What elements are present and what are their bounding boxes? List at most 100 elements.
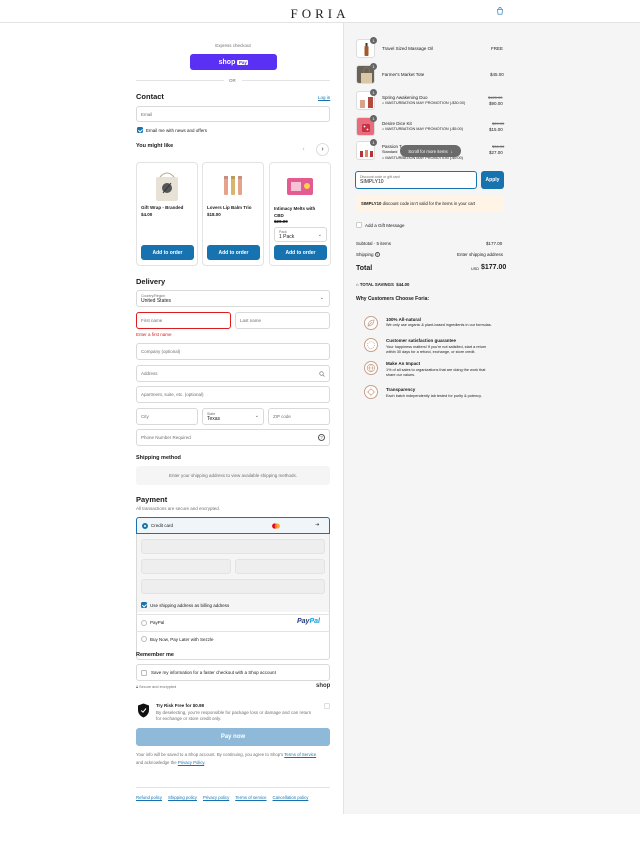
upsell-card: Gift Wrap - Branded $4.00 Add to order (136, 162, 198, 266)
quantity-badge: 1 (370, 63, 377, 70)
scroll-pill-text: Scroll for more items (408, 148, 448, 154)
cart-item-price: $90.00 (489, 101, 503, 106)
shipping-method-notice: Enter your shipping address to view avai… (136, 466, 330, 485)
billing-same-checkbox[interactable] (141, 602, 147, 608)
terms-of-service-link[interactable]: Terms of service (235, 795, 266, 800)
shipping-policy-link[interactable]: Shipping policy (168, 795, 197, 800)
pack-select[interactable]: Pack 1 Pack ⌄ (274, 227, 327, 242)
footer-links: Refund policy Shipping policy Privacy po… (136, 795, 308, 800)
card-expiry-field[interactable] (141, 559, 231, 574)
risk-free-title: Try Risk Free for $0.98 (156, 703, 205, 708)
add-to-order-button[interactable]: Add to order (274, 245, 327, 260)
sezzle-radio[interactable] (141, 636, 147, 642)
shipping-method-title: Shipping method (136, 455, 181, 461)
shop-pay-button[interactable]: shop Pay (190, 54, 277, 70)
email-input[interactable]: Email (136, 106, 330, 122)
paypal-logo: PayPal (297, 618, 320, 625)
last-name-input[interactable]: Last name (235, 312, 330, 329)
upsell-price: $20.00 (274, 219, 288, 224)
last-name-placeholder: Last name (240, 318, 262, 323)
tag-icon: ⌂ (382, 101, 385, 105)
login-link[interactable]: Log in (318, 95, 330, 100)
brand-logo[interactable]: FORIA (0, 6, 640, 22)
card-number-field[interactable] (141, 539, 325, 554)
sezzle-label: Buy Now, Pay Later with Sezzle (150, 637, 214, 642)
privacy-link[interactable]: Privacy Policy (178, 760, 204, 765)
refund-policy-link[interactable]: Refund policy (136, 795, 162, 800)
shopping-bag-icon[interactable] (496, 7, 504, 15)
discount-input[interactable]: Discount code or gift card SIMPLY10 (355, 171, 477, 189)
upsell-card: Lovers Lip Balm Trio $18.00 Add to order (202, 162, 264, 266)
cart-item-name: Spring Awakening Duo (382, 95, 428, 100)
legal-line-1: Your info will be saved to a Shop accoun… (136, 752, 284, 757)
company-placeholder: Company (optional) (141, 349, 181, 354)
add-to-order-button[interactable]: Add to order (141, 245, 194, 260)
paypal-logo-b: Pal (309, 618, 320, 625)
legal-text: Your info will be saved to a Shop accoun… (136, 751, 336, 766)
tag-icon: ⌂ (382, 156, 385, 160)
add-to-order-button[interactable]: Add to order (207, 245, 260, 260)
first-name-placeholder: First name (141, 318, 163, 323)
state-select[interactable]: State Texas ⌄ (202, 408, 264, 425)
city-input[interactable]: City (136, 408, 198, 425)
gift-wrap-image (156, 172, 178, 201)
help-icon[interactable]: ? (374, 252, 380, 257)
payment-title: Payment (136, 495, 168, 504)
news-checkbox[interactable] (137, 127, 143, 133)
intimacy-melts-image (287, 178, 313, 195)
apply-button[interactable]: Apply (481, 171, 504, 189)
shop-pay-label: shop (218, 58, 236, 66)
divider (136, 614, 330, 615)
cart-item-variant: Standard (382, 150, 398, 154)
globe-icon (364, 361, 378, 375)
country-select[interactable]: Country/Region United States ⌄ (136, 290, 330, 307)
company-input[interactable]: Company (optional) (136, 343, 330, 360)
credit-card-radio[interactable] (142, 523, 148, 529)
address-input[interactable]: Address (136, 365, 330, 382)
cart-item-discount: ⌂ MASTURBATION MAY PROMOTION (-$5.00) (382, 127, 463, 131)
divider (136, 631, 330, 632)
credit-card-option[interactable]: Credit card ⇥ (136, 517, 330, 534)
risk-free-desc-1: By deselecting, you're responsible for p… (156, 710, 312, 715)
pack-select-value: 1 Pack (279, 233, 295, 240)
quantity-badge: 1 (370, 139, 377, 146)
apartment-input[interactable]: Apartment, suite, etc. (optional) (136, 386, 330, 403)
card-cvv-field[interactable] (235, 559, 325, 574)
risk-free-checkbox[interactable] (324, 703, 330, 709)
risk-free-desc-2: for exchange or store credit only. (156, 716, 222, 721)
total-savings-text: TOTAL SAVINGS $44.00 (359, 282, 410, 287)
zip-input[interactable]: ZIP code (268, 408, 330, 425)
gift-message-checkbox[interactable] (356, 222, 362, 228)
cart-item-old-price: $120.00 (488, 95, 503, 100)
pay-now-button[interactable]: Pay now (136, 728, 330, 746)
arrow-down-icon: ↓ (450, 148, 453, 154)
paypal-label: PayPal (150, 620, 165, 625)
lock-icon: 🔒︎ (136, 685, 139, 689)
credit-card-label: Credit card (151, 523, 174, 528)
terms-link[interactable]: Terms of Service (284, 752, 316, 757)
leaf-icon (364, 316, 378, 330)
news-label: Email me with news and offers (146, 128, 207, 133)
phone-input[interactable]: Phone Number Required ? (136, 429, 330, 446)
help-icon[interactable]: ? (318, 434, 325, 441)
scroll-more-pill[interactable]: Scroll for more items ↓ (400, 145, 461, 157)
card-name-field[interactable] (141, 579, 325, 594)
paypal-radio[interactable] (141, 620, 147, 626)
carousel-prev-button[interactable]: ‹ (297, 143, 310, 156)
first-name-input[interactable]: First name (136, 312, 231, 329)
cart-item-name: Farmer's Market Tote (382, 72, 425, 77)
product-thumbnail: 1 (356, 37, 377, 58)
privacy-policy-link[interactable]: Privacy policy (203, 795, 229, 800)
remember-checkbox[interactable] (141, 670, 147, 676)
discount-error-code: SIMPLY10 (361, 200, 382, 206)
why-item-desc: share our values. (386, 373, 416, 377)
discount-text: MASTURBATION MAY PROMOTION (-$5.00) (385, 127, 463, 131)
remember-title: Remember me (136, 652, 174, 658)
total-label: Total (356, 265, 373, 272)
cancellation-policy-link[interactable]: Cancellation policy (273, 795, 309, 800)
cart-item-discount: ⌂ MASTURBATION MAY PROMOTION (-$30.00) (382, 101, 465, 105)
cart-item-price: FREE (491, 46, 504, 51)
cart-item-price: $27.00 (489, 150, 503, 155)
carousel-next-button[interactable]: › (316, 143, 329, 156)
chevron-down-icon: ⌄ (317, 232, 322, 238)
